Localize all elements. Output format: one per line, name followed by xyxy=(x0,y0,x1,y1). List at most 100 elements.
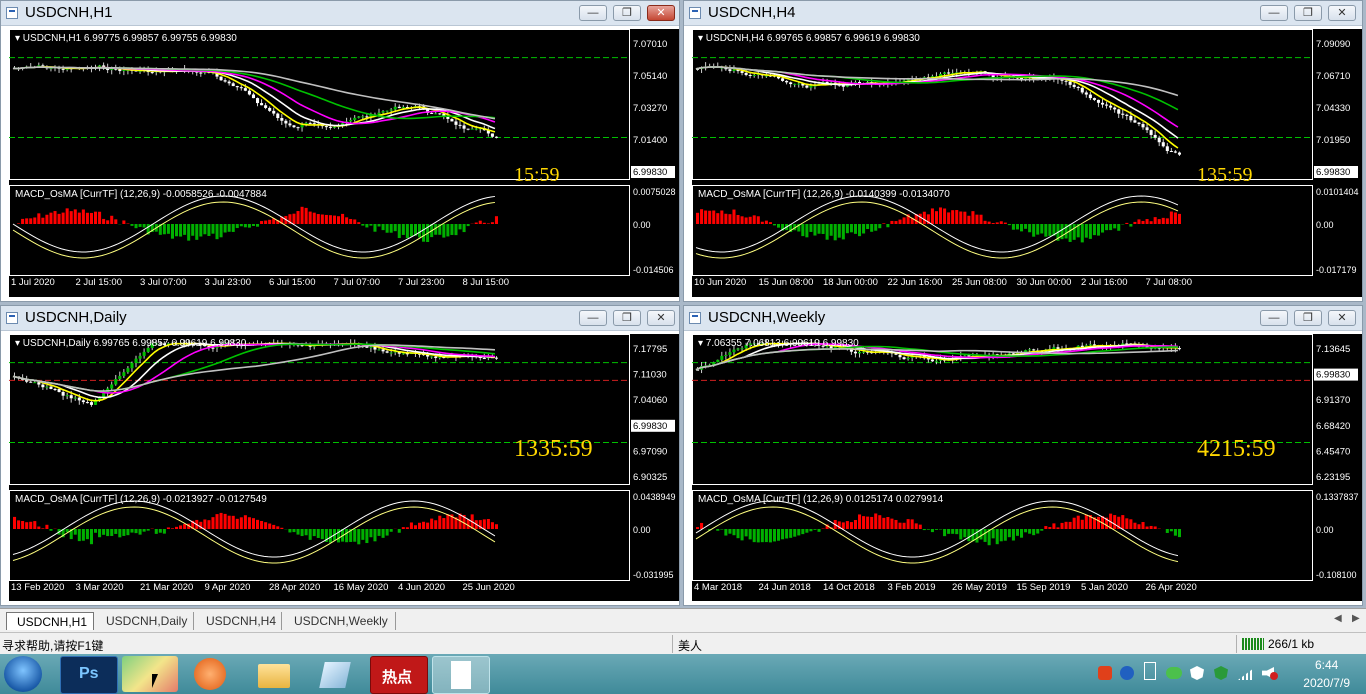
window-titlebar[interactable]: USDCNH,H4 — ❐ ✕ xyxy=(684,1,1362,26)
macd-bar xyxy=(991,529,995,539)
chart-area[interactable]: ▾ USDCNH,H1 6.99775 6.99857 6.99755 6.99… xyxy=(9,29,679,297)
macd-bar xyxy=(1007,224,1011,226)
minimize-button[interactable]: — xyxy=(1260,5,1288,21)
candle-body xyxy=(381,111,385,113)
macd-bar xyxy=(1036,224,1040,235)
macd-bar xyxy=(724,213,728,224)
tray-network-icon[interactable] xyxy=(1190,666,1204,680)
chart-area[interactable]: ▾ USDCNH,Daily 6.99765 6.99857 6.99619 6… xyxy=(9,334,679,601)
tray-wechat-icon[interactable] xyxy=(1166,667,1182,679)
window-titlebar[interactable]: USDCNH,H1 — ❐ ✕ xyxy=(1,1,679,26)
chart-window-icon xyxy=(689,7,701,19)
macd-bar xyxy=(910,519,914,529)
tab-usdcnh-daily[interactable]: USDCNH,Daily xyxy=(96,612,194,630)
macd-bar xyxy=(1024,529,1028,533)
macd-bar xyxy=(1028,529,1032,534)
tray-keyboard-icon[interactable] xyxy=(1144,662,1156,680)
maps-app-button[interactable] xyxy=(122,656,178,692)
close-button[interactable]: ✕ xyxy=(647,310,675,326)
macd-bar xyxy=(264,220,268,224)
window-titlebar[interactable]: USDCNH,Weekly — ❐ ✕ xyxy=(684,306,1362,331)
macd-bar xyxy=(110,529,114,536)
candle-body xyxy=(752,74,756,76)
close-button[interactable]: ✕ xyxy=(647,5,675,21)
macd-bar xyxy=(369,224,373,226)
macd-bar xyxy=(878,224,882,229)
tray-sogou-icon[interactable] xyxy=(1098,666,1112,680)
macd-bar xyxy=(1088,224,1092,239)
macd-bar xyxy=(930,208,934,224)
minimize-button[interactable]: — xyxy=(579,310,607,326)
restore-button[interactable]: ❐ xyxy=(613,310,641,326)
macd-bar xyxy=(211,224,215,234)
file-explorer-button[interactable] xyxy=(246,656,302,692)
macd-bar xyxy=(858,224,862,237)
macd-bar xyxy=(162,529,166,534)
macd-bar xyxy=(276,526,280,529)
macd-bar xyxy=(73,209,77,224)
minimize-button[interactable]: — xyxy=(579,5,607,21)
chart-window-h4[interactable]: USDCNH,H4 — ❐ ✕ ▾ USDCNH,H4 6.99765 6.99… xyxy=(683,0,1363,302)
macd-bar xyxy=(1040,529,1044,531)
macd-bar xyxy=(1015,529,1019,536)
time-axis-label: 4 Jun 2020 xyxy=(398,582,445,593)
candle-body xyxy=(430,356,434,358)
candle-body xyxy=(809,85,813,88)
macd-bar xyxy=(118,529,122,538)
notepad-button[interactable] xyxy=(308,656,364,692)
time-axis-label: 25 Jun 2020 xyxy=(463,582,515,593)
restore-button[interactable]: ❐ xyxy=(1294,310,1322,326)
macd-bar xyxy=(422,224,426,242)
candle-body xyxy=(377,349,381,351)
macd-bar xyxy=(975,214,979,224)
document-app-button[interactable] xyxy=(432,656,490,694)
macd-bar xyxy=(397,224,401,239)
macd-bar xyxy=(716,529,720,531)
media-app-button[interactable] xyxy=(184,656,240,692)
chart-area[interactable]: ▾ 7.06355 7.06813 6.99619 6.99830 MACD_Os… xyxy=(692,334,1362,601)
chart-window-weekly[interactable]: USDCNH,Weekly — ❐ ✕ ▾ 7.06355 7.06813 6.… xyxy=(683,305,1363,606)
macd-bar xyxy=(183,524,187,529)
macd-bar xyxy=(971,211,975,224)
price-scale-label: 7.04330 xyxy=(1316,103,1350,114)
tray-security-icon[interactable] xyxy=(1214,666,1228,680)
chart-window-daily[interactable]: USDCNH,Daily — ❐ ✕ ▾ USDCNH,Daily 6.9976… xyxy=(0,305,680,606)
window-titlebar[interactable]: USDCNH,Daily — ❐ ✕ xyxy=(1,306,679,331)
price-chart-svg: ▾ USDCNH,H1 6.99775 6.99857 6.99755 6.99… xyxy=(9,29,676,288)
restore-button[interactable]: ❐ xyxy=(1294,5,1322,21)
system-clock[interactable]: 6:44 2020/7/9 xyxy=(1303,658,1350,690)
tab-scroll-right-icon[interactable]: ▶ xyxy=(1352,613,1360,624)
tray-signal-icon[interactable] xyxy=(1238,668,1254,680)
macd-bar xyxy=(361,529,365,540)
chart-window-h1[interactable]: USDCNH,H1 — ❐ ✕ ▾ USDCNH,H1 6.99775 6.99… xyxy=(0,0,680,302)
macd-bar xyxy=(316,214,320,224)
tab-usdcnh-h4[interactable]: USDCNH,H4 xyxy=(196,612,282,630)
time-axis-label: 7 Jul 07:00 xyxy=(334,277,380,288)
candle-body xyxy=(720,355,724,360)
close-button[interactable]: ✕ xyxy=(1328,5,1356,21)
macd-bar xyxy=(878,515,882,529)
macd-bar xyxy=(494,524,498,529)
candle-body xyxy=(29,381,33,383)
photoshop-button[interactable]: Ps xyxy=(60,656,118,694)
chart-area[interactable]: ▾ USDCNH,H4 6.99765 6.99857 6.99619 6.99… xyxy=(692,29,1362,297)
start-orb-icon[interactable] xyxy=(4,656,42,692)
tray-help-icon[interactable] xyxy=(1120,666,1134,680)
candle-body xyxy=(793,83,797,85)
hotspot-app-button[interactable]: 热点 xyxy=(370,656,428,694)
macd-bar xyxy=(817,529,821,532)
macd-bar xyxy=(377,529,381,536)
tab-usdcnh-h1[interactable]: USDCNH,H1 xyxy=(6,612,94,630)
tab-scroll-left-icon[interactable]: ◀ xyxy=(1334,613,1342,624)
macd-bar xyxy=(187,224,191,241)
macd-bar xyxy=(1133,522,1137,529)
close-button[interactable]: ✕ xyxy=(1328,310,1356,326)
minimize-button[interactable]: — xyxy=(1260,310,1288,326)
price-pane-border xyxy=(9,29,630,180)
status-profile: 美人 xyxy=(678,639,703,653)
macd-bar xyxy=(1015,224,1019,230)
time-axis-label: 2 Jul 15:00 xyxy=(76,277,122,288)
tab-usdcnh-weekly[interactable]: USDCNH,Weekly xyxy=(284,612,396,630)
macd-bar xyxy=(1024,224,1028,229)
restore-button[interactable]: ❐ xyxy=(613,5,641,21)
